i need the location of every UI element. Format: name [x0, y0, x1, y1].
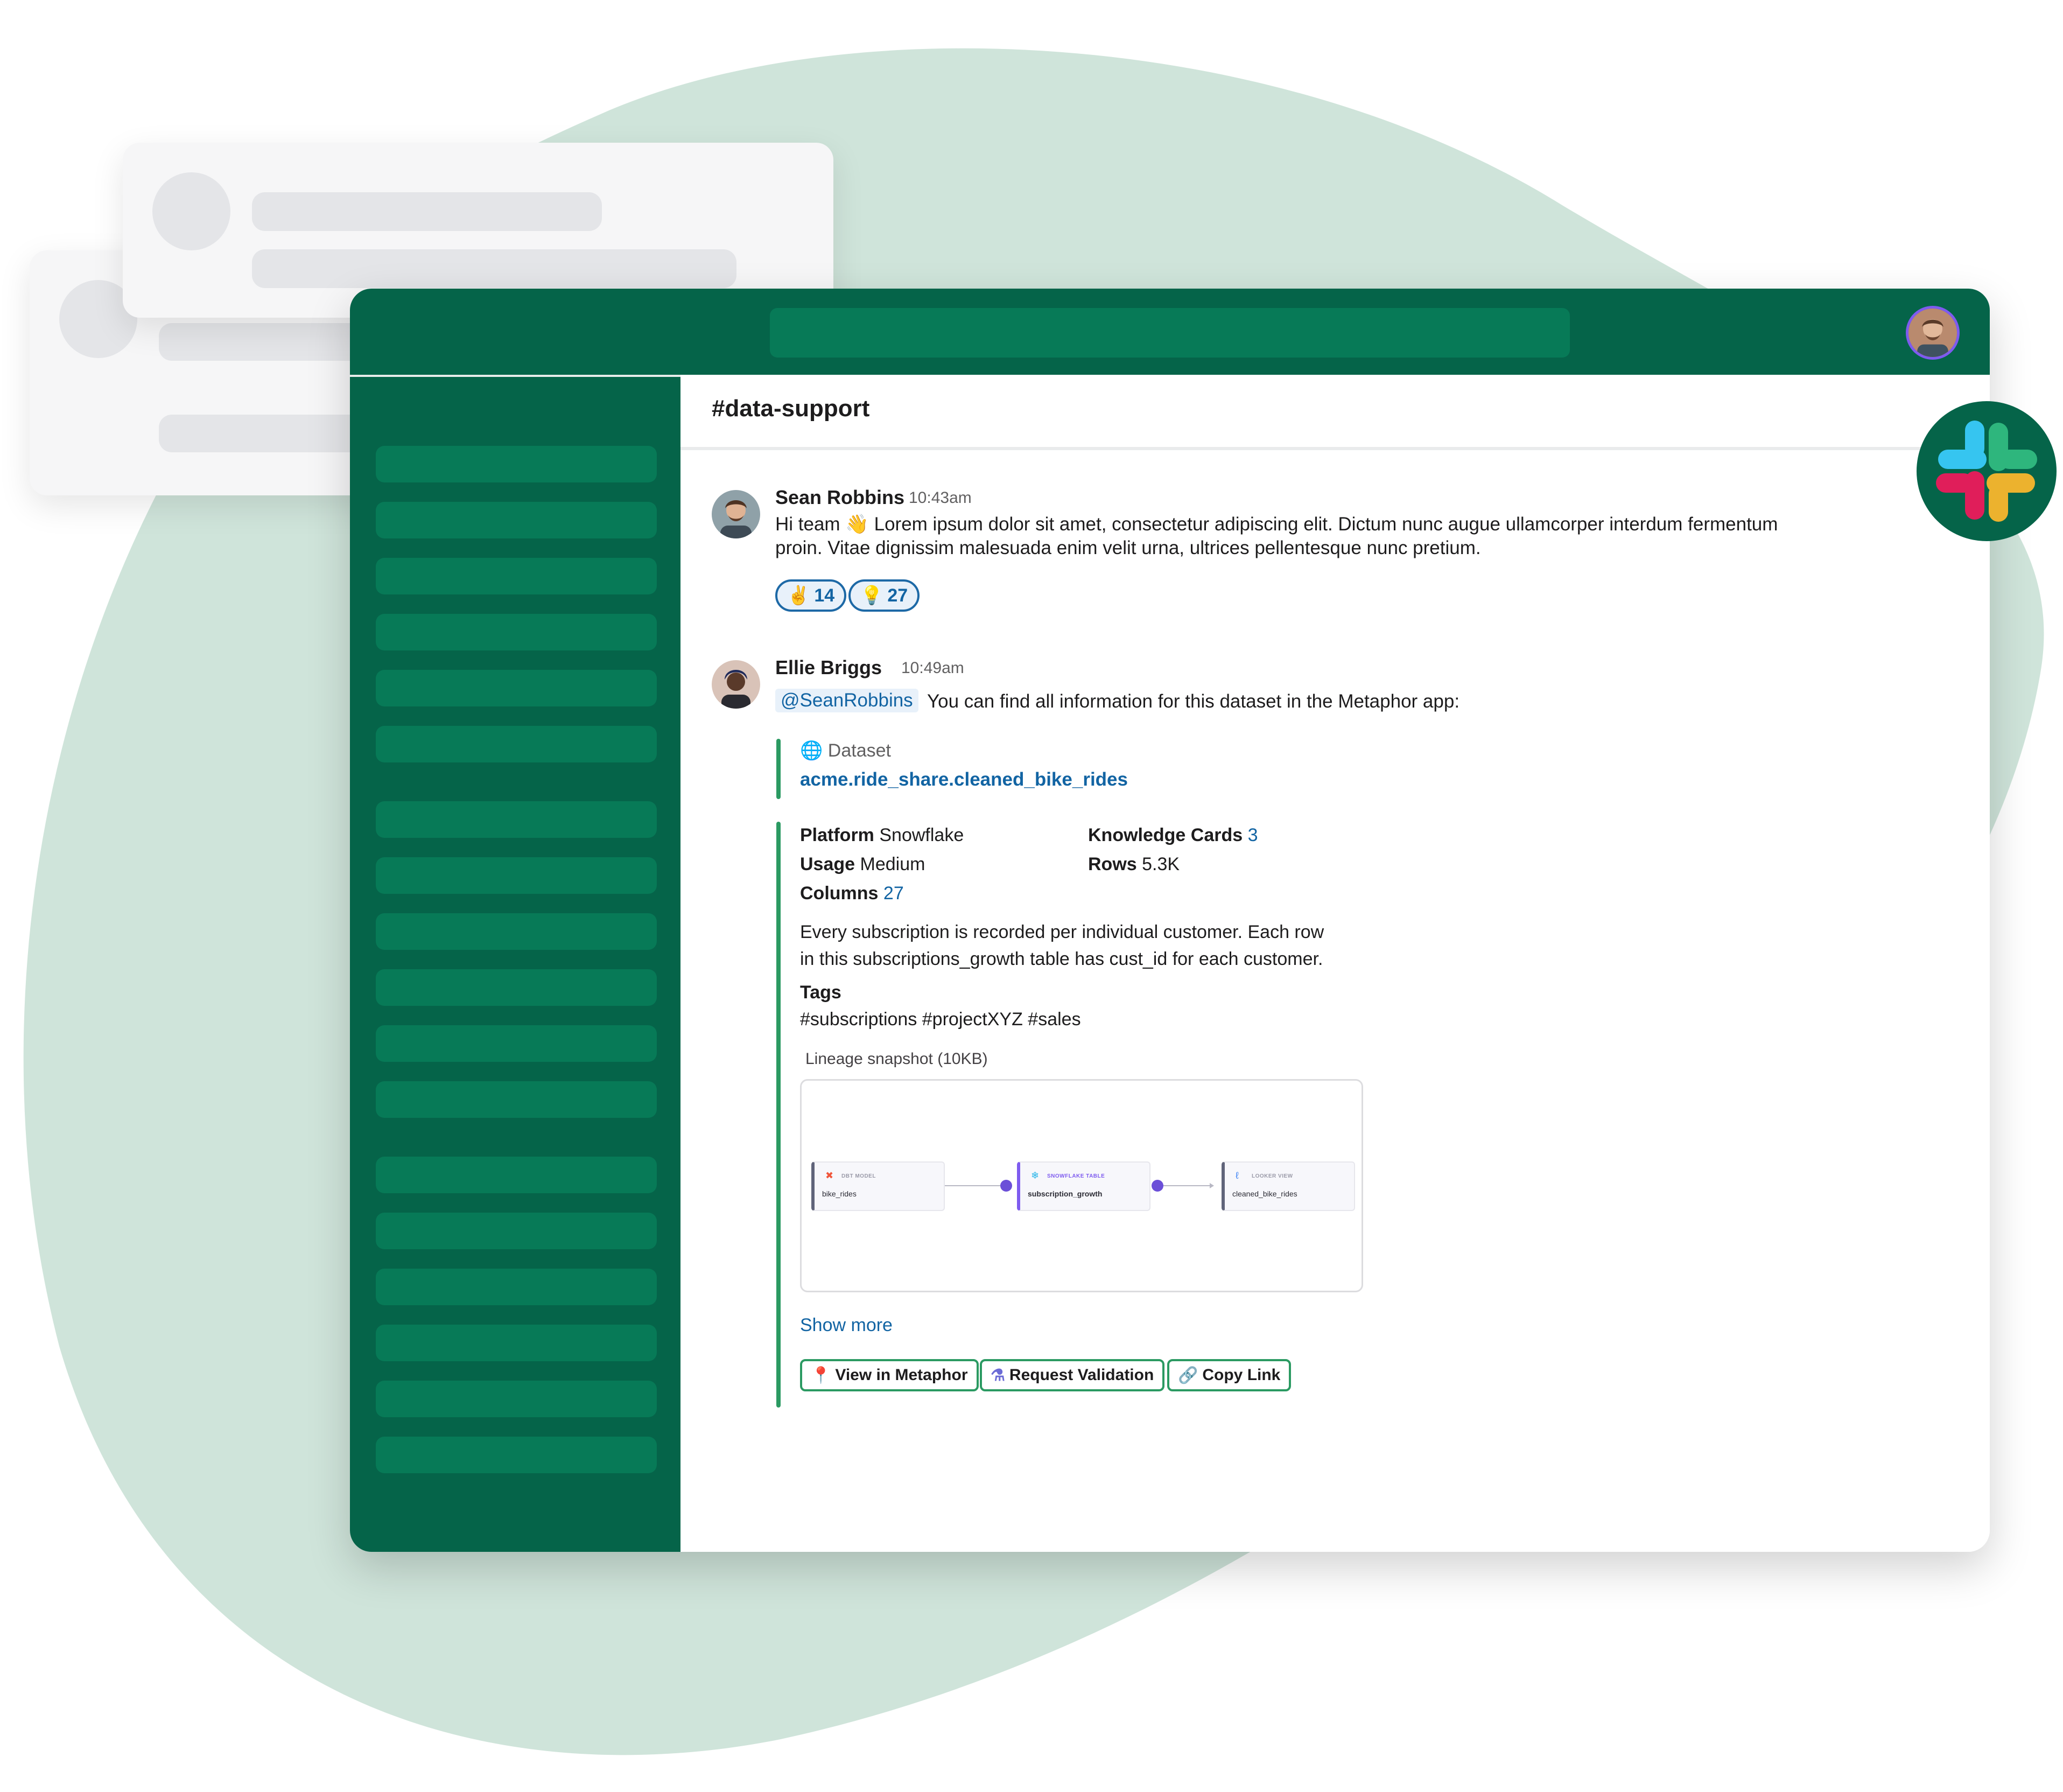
copy-link-button[interactable]: 🔗 Copy Link	[1167, 1359, 1292, 1391]
sidebar-item[interactable]	[376, 446, 657, 482]
sidebar-item[interactable]	[376, 1213, 657, 1249]
flask-icon: ⚗	[991, 1366, 1005, 1384]
rows-field: Rows 5.3K	[1088, 854, 1180, 875]
looker-icon: ℓ	[1236, 1170, 1239, 1181]
lineage-title: Lineage snapshot (10KB)	[805, 1050, 988, 1068]
slack-logo-icon	[1936, 421, 2037, 522]
sidebar-item[interactable]	[376, 1081, 657, 1118]
field-key: Usage	[800, 854, 855, 874]
attachment-bar	[776, 739, 781, 799]
reaction-emoji: ✌️	[787, 585, 810, 606]
field-value: Medium	[860, 854, 925, 874]
reaction-emoji: 💡	[860, 585, 883, 606]
platform-field: Platform Snowflake	[800, 825, 964, 846]
tags-list: #subscriptions #projectXYZ #sales	[800, 1009, 1081, 1030]
show-more-link[interactable]: Show more	[800, 1315, 893, 1336]
dataset-description: Every subscription is recorded per indiv…	[800, 919, 1324, 972]
reaction-count: 27	[887, 585, 908, 606]
button-label: Request Validation	[1009, 1366, 1154, 1384]
lineage-node-name: subscription_growth	[1028, 1189, 1103, 1198]
avatar[interactable]	[712, 490, 760, 538]
message-timestamp[interactable]: 10:43am	[909, 489, 972, 507]
usage-field: Usage Medium	[800, 854, 925, 875]
sidebar-item[interactable]	[376, 857, 657, 894]
field-key: Knowledge Cards	[1088, 825, 1243, 845]
description-line: Every subscription is recorded per indiv…	[800, 922, 1324, 942]
slack-logo-badge	[1917, 401, 2057, 541]
sidebar-item[interactable]	[376, 1157, 657, 1193]
dataset-link[interactable]: acme.ride_share.cleaned_bike_rides	[800, 769, 1128, 790]
message-text-line: Hi team 👋 Lorem ipsum dolor sit amet, co…	[775, 514, 1778, 535]
sidebar-item[interactable]	[376, 726, 657, 762]
reaction-pill[interactable]: 💡 27	[848, 579, 920, 612]
sidebar-item[interactable]	[376, 801, 657, 838]
field-key: Rows	[1088, 854, 1137, 874]
sidebar-item[interactable]	[376, 614, 657, 650]
sidebar-item[interactable]	[376, 1025, 657, 1062]
avatar[interactable]	[712, 660, 760, 709]
columns-field: Columns 27	[800, 883, 904, 904]
button-label: Copy Link	[1202, 1366, 1281, 1384]
view-in-metaphor-button[interactable]: 📍 View in Metaphor	[800, 1359, 979, 1391]
pin-icon: 📍	[811, 1366, 831, 1384]
sidebar-item[interactable]	[376, 969, 657, 1006]
sidebar-item[interactable]	[376, 1269, 657, 1305]
sidebar-item[interactable]	[376, 1325, 657, 1361]
message-timestamp[interactable]: 10:49am	[901, 659, 964, 677]
dataset-type-text: Dataset	[827, 740, 891, 761]
sidebar-item[interactable]	[376, 502, 657, 538]
message-author[interactable]: Sean Robbins	[775, 486, 904, 509]
sidebar-item[interactable]	[376, 913, 657, 950]
reaction-count: 14	[814, 585, 835, 606]
lineage-node[interactable]: ✖ DBT MODEL bike_rides	[811, 1161, 945, 1211]
sidebar-item[interactable]	[376, 1437, 657, 1473]
sidebar-item[interactable]	[376, 558, 657, 594]
top-bar	[350, 289, 1990, 375]
snowflake-icon: ❄	[1031, 1170, 1040, 1181]
field-key: Platform	[800, 825, 874, 845]
globe-icon: 🌐	[800, 740, 823, 761]
lineage-node-type: SNOWFLAKE TABLE	[1047, 1173, 1105, 1179]
request-validation-button[interactable]: ⚗ Request Validation	[980, 1359, 1165, 1391]
field-value: Snowflake	[879, 825, 964, 845]
field-value[interactable]: 3	[1248, 825, 1258, 845]
field-key: Columns	[800, 883, 879, 904]
lineage-node-name: cleaned_bike_rides	[1232, 1189, 1297, 1198]
message-text: Hi team 👋 Lorem ipsum dolor sit amet, co…	[775, 513, 1906, 560]
attachment-bar	[776, 822, 781, 1408]
link-icon: 🔗	[1178, 1366, 1198, 1384]
channel-header: #data-support	[680, 375, 1990, 450]
user-avatar[interactable]	[1906, 306, 1960, 360]
lineage-node-name: bike_rides	[822, 1189, 857, 1198]
lineage-node[interactable]: ℓ LOOKER VIEW cleaned_bike_rides	[1222, 1161, 1355, 1211]
sidebar-item[interactable]	[376, 1381, 657, 1417]
search-bar[interactable]	[770, 308, 1570, 358]
sidebar-item[interactable]	[376, 670, 657, 706]
channel-content: #data-support Sean Robbins 10:43am Hi te…	[680, 375, 1990, 1552]
channel-title: #data-support	[712, 395, 870, 422]
lineage-node[interactable]: ❄ SNOWFLAKE TABLE subscription_growth	[1017, 1161, 1150, 1211]
slack-window: #data-support Sean Robbins 10:43am Hi te…	[350, 289, 1990, 1552]
knowledge-cards-field: Knowledge Cards 3	[1088, 825, 1258, 846]
tags-title: Tags	[800, 982, 841, 1003]
message-text: You can find all information for this da…	[927, 691, 1460, 712]
lineage-node-type: LOOKER VIEW	[1252, 1173, 1293, 1179]
message-text-line: proin. Vitae dignissim malesuada enim ve…	[775, 537, 1481, 558]
dataset-type-label: 🌐 Dataset	[800, 740, 891, 761]
user-mention[interactable]: @SeanRobbins	[775, 689, 918, 712]
field-value: 5.3K	[1142, 854, 1180, 874]
button-label: View in Metaphor	[835, 1366, 968, 1384]
description-line: in this subscriptions_growth table has c…	[800, 949, 1323, 969]
lineage-snapshot[interactable]: ✖ DBT MODEL bike_rides ❄ SNOWFLAKE TABLE…	[800, 1079, 1363, 1292]
field-value[interactable]: 27	[883, 883, 904, 904]
sidebar	[350, 375, 680, 1552]
reaction-pill[interactable]: ✌️ 14	[775, 579, 847, 612]
message-author[interactable]: Ellie Briggs	[775, 656, 882, 679]
lineage-node-type: DBT MODEL	[841, 1173, 876, 1179]
dbt-icon: ✖	[825, 1170, 834, 1181]
